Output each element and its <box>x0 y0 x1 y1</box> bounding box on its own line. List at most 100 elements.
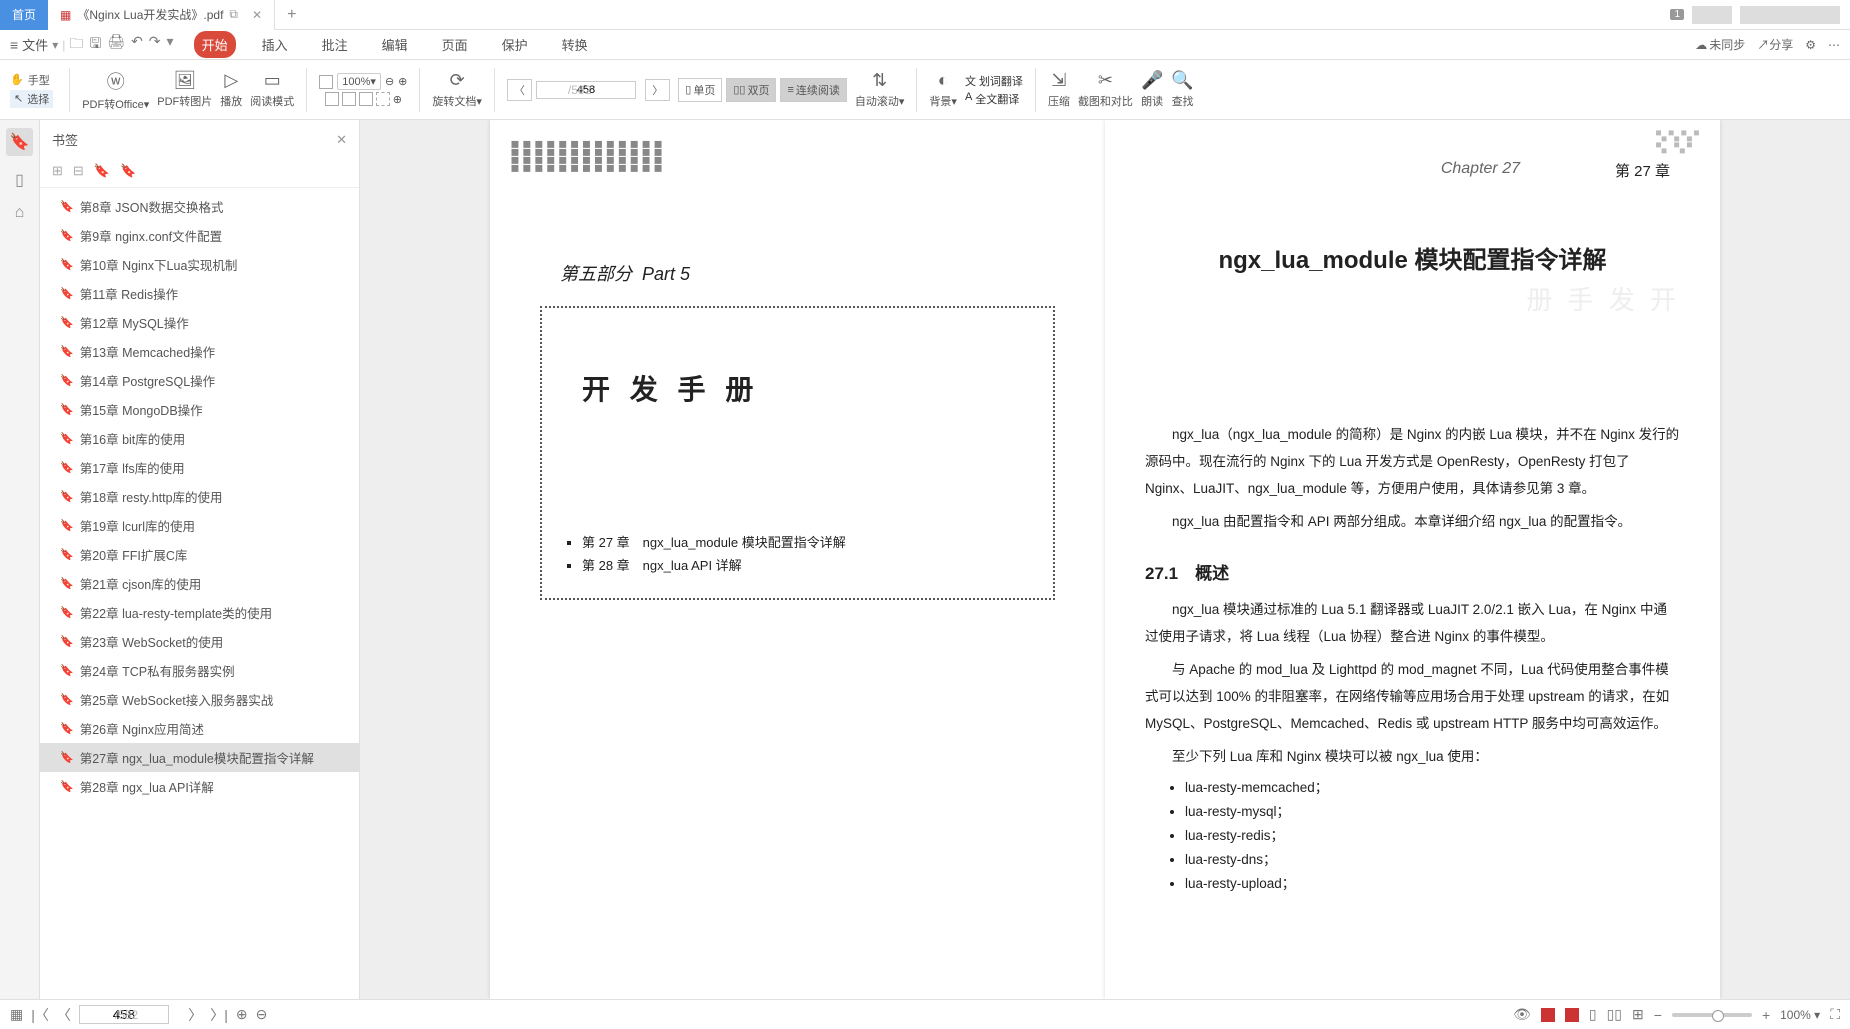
pdf-to-image[interactable]: 🖼PDF转图片 <box>157 70 212 109</box>
menu-tab-page[interactable]: 页面 <box>434 31 476 58</box>
home-tab[interactable]: 首页 <box>0 0 48 30</box>
fit-width-icon[interactable] <box>319 75 333 89</box>
menu-tab-insert[interactable]: 插入 <box>254 31 296 58</box>
bookmark-item[interactable]: 🔖第15章 MongoDB操作 <box>40 395 359 424</box>
save-icon[interactable]: 🖫 <box>89 33 101 57</box>
single-page-view[interactable]: ▯单页 <box>678 78 722 102</box>
background[interactable]: ◐背景▾ <box>929 70 957 109</box>
word-translate[interactable]: 文划词翻译 <box>965 73 1023 89</box>
add-bookmark-icon[interactable]: ⊞ <box>52 163 63 179</box>
menu-tab-protect[interactable]: 保护 <box>494 31 536 58</box>
status-page-input[interactable] <box>79 1005 169 1024</box>
close-sidebar-icon[interactable]: ✕ <box>336 132 347 148</box>
file-tab[interactable]: ▦ 《Nginx Lua开发实战》.pdf ⧉ ✕ <box>48 0 275 30</box>
bookmark-item[interactable]: 🔖第14章 PostgreSQL操作 <box>40 366 359 395</box>
zoom-in-icon[interactable]: ⊕ <box>398 75 407 88</box>
zoom-in-status-icon[interactable]: + <box>1762 1007 1770 1023</box>
remove-page-icon[interactable]: ⊖ <box>256 1006 268 1023</box>
redo-icon[interactable]: ↷ <box>149 33 161 57</box>
bookmark-item[interactable]: 🔖第19章 lcurl库的使用 <box>40 511 359 540</box>
layout-icon-1[interactable] <box>325 92 339 106</box>
content-area[interactable]: ▪▪▪▪▪▪▪▪▪▪▪▪▪▪▪▪▪▪▪▪▪▪▪▪▪▪▪▪▪▪▪▪▪▪▪▪▪▪▪▪… <box>360 120 1850 999</box>
bookmark-icon-1[interactable]: 🔖 <box>94 163 110 179</box>
feedback-icon[interactable]: ⋯ <box>1828 38 1840 52</box>
zoom-slider[interactable] <box>1672 1013 1752 1017</box>
play-button[interactable]: ▷播放 <box>220 70 242 109</box>
bookmark-item[interactable]: 🔖第18章 resty.http库的使用 <box>40 482 359 511</box>
layout-icon-3[interactable] <box>359 92 373 106</box>
bookmark-item[interactable]: 🔖第11章 Redis操作 <box>40 279 359 308</box>
full-translate[interactable]: A全文翻译 <box>965 91 1023 107</box>
sync-status[interactable]: 未同步 <box>1695 36 1745 53</box>
print-icon[interactable]: 🖨 <box>107 33 125 57</box>
new-tab-button[interactable]: + <box>275 6 308 24</box>
first-page-icon[interactable]: |〈 <box>31 1005 49 1025</box>
zoom-level[interactable]: 100% ▾ <box>337 73 381 90</box>
bookmark-item[interactable]: 🔖第8章 JSON数据交换格式 <box>40 192 359 221</box>
thumbnail-panel-icon[interactable]: ▯ <box>15 170 24 190</box>
tab-popout-icon[interactable]: ⧉ <box>229 7 238 22</box>
bookmark-item[interactable]: 🔖第28章 ngx_lua API详解 <box>40 772 359 801</box>
screenshot-compare[interactable]: ✂截图和对比 <box>1078 70 1133 109</box>
bookmark-item[interactable]: 🔖第10章 Nginx下Lua实现机制 <box>40 250 359 279</box>
layout-icon-4[interactable] <box>376 92 390 106</box>
record-icon-2[interactable] <box>1565 1008 1579 1022</box>
close-tab-icon[interactable]: ✕ <box>252 8 262 22</box>
bookmark-item[interactable]: 🔖第12章 MySQL操作 <box>40 308 359 337</box>
bookmark-item[interactable]: 🔖第23章 WebSocket的使用 <box>40 627 359 656</box>
add-page-icon[interactable]: ⊕ <box>236 1006 248 1023</box>
hand-tool[interactable]: ✋手型 <box>10 72 53 88</box>
find[interactable]: 🔍查找 <box>1171 70 1193 109</box>
record-icon-1[interactable] <box>1541 1008 1555 1022</box>
next-page-icon[interactable]: 〉 <box>188 1005 202 1025</box>
bookmark-item[interactable]: 🔖第17章 lfs库的使用 <box>40 453 359 482</box>
user-avatar[interactable] <box>1692 6 1732 24</box>
bookmark-item[interactable]: 🔖第9章 nginx.conf文件配置 <box>40 221 359 250</box>
view-mode-1-icon[interactable]: ▯ <box>1589 1006 1597 1023</box>
prev-page-icon[interactable]: 〈 <box>57 1005 71 1025</box>
bookmark-item[interactable]: 🔖第21章 cjson库的使用 <box>40 569 359 598</box>
undo-icon[interactable]: ↶ <box>131 33 143 57</box>
last-page-icon[interactable]: 〉| <box>210 1005 228 1025</box>
page-input[interactable] <box>536 81 636 99</box>
bookmark-item[interactable]: 🔖第13章 Memcached操作 <box>40 337 359 366</box>
bookmark-item[interactable]: 🔖第16章 bit库的使用 <box>40 424 359 453</box>
eye-icon[interactable]: 👁 <box>1513 1006 1531 1023</box>
file-menu[interactable]: 文件 <box>22 35 48 54</box>
bookmark-item[interactable]: 🔖第26章 Nginx应用简述 <box>40 714 359 743</box>
open-icon[interactable]: 🗀 <box>69 33 83 57</box>
fullscreen-icon[interactable]: ⛶ <box>1830 1006 1840 1023</box>
bookmark-item[interactable]: 🔖第20章 FFI扩展C库 <box>40 540 359 569</box>
continuous-view[interactable]: ≡连续阅读 <box>780 78 846 102</box>
read-aloud[interactable]: 🎤朗读 <box>1141 70 1163 109</box>
prev-page-button[interactable]: 〈 <box>507 79 532 101</box>
grid-view-icon[interactable]: ▦ <box>10 1006 23 1023</box>
zoom-out-status-icon[interactable]: − <box>1654 1007 1662 1023</box>
compress[interactable]: ⇲压缩 <box>1048 70 1070 109</box>
share-button[interactable]: ↗分享 <box>1757 36 1793 53</box>
zoom-percent[interactable]: 100% ▾ <box>1780 1008 1820 1022</box>
read-mode[interactable]: ▭阅读模式 <box>250 70 294 109</box>
bookmark-list[interactable]: 🔖第8章 JSON数据交换格式🔖第9章 nginx.conf文件配置🔖第10章 … <box>40 188 359 999</box>
auto-scroll[interactable]: ⇅自动滚动▾ <box>855 70 905 109</box>
double-page-view[interactable]: ▯▯双页 <box>726 78 776 102</box>
rotate-doc[interactable]: ⟳旋转文档▾ <box>432 70 482 109</box>
menu-tab-annotate[interactable]: 批注 <box>314 31 356 58</box>
toggle-bookmark-icon[interactable]: ⊟ <box>73 163 84 179</box>
next-page-button[interactable]: 〉 <box>645 79 670 101</box>
bookmark-item[interactable]: 🔖第25章 WebSocket接入服务器实战 <box>40 685 359 714</box>
menu-tab-convert[interactable]: 转换 <box>554 31 596 58</box>
notification-badge[interactable]: 1 <box>1670 9 1684 20</box>
layout-icon-2[interactable] <box>342 92 356 106</box>
select-tool[interactable]: ↖选择 <box>10 90 53 108</box>
view-mode-3-icon[interactable]: ⊞ <box>1632 1006 1644 1023</box>
outline-panel-icon[interactable]: ⌂ <box>15 204 25 222</box>
zoom-select-icon[interactable]: ⊕ <box>393 93 402 106</box>
bookmark-panel-icon[interactable]: 🔖 <box>6 128 34 156</box>
bookmark-item[interactable]: 🔖第24章 TCP私有服务器实例 <box>40 656 359 685</box>
menu-tab-edit[interactable]: 编辑 <box>374 31 416 58</box>
zoom-out-icon[interactable]: ⊖ <box>385 75 394 88</box>
bookmark-item[interactable]: 🔖第27章 ngx_lua_module模块配置指令详解 <box>40 743 359 772</box>
menu-tab-start[interactable]: 开始 <box>194 31 236 58</box>
bookmark-item[interactable]: 🔖第22章 lua-resty-template类的使用 <box>40 598 359 627</box>
